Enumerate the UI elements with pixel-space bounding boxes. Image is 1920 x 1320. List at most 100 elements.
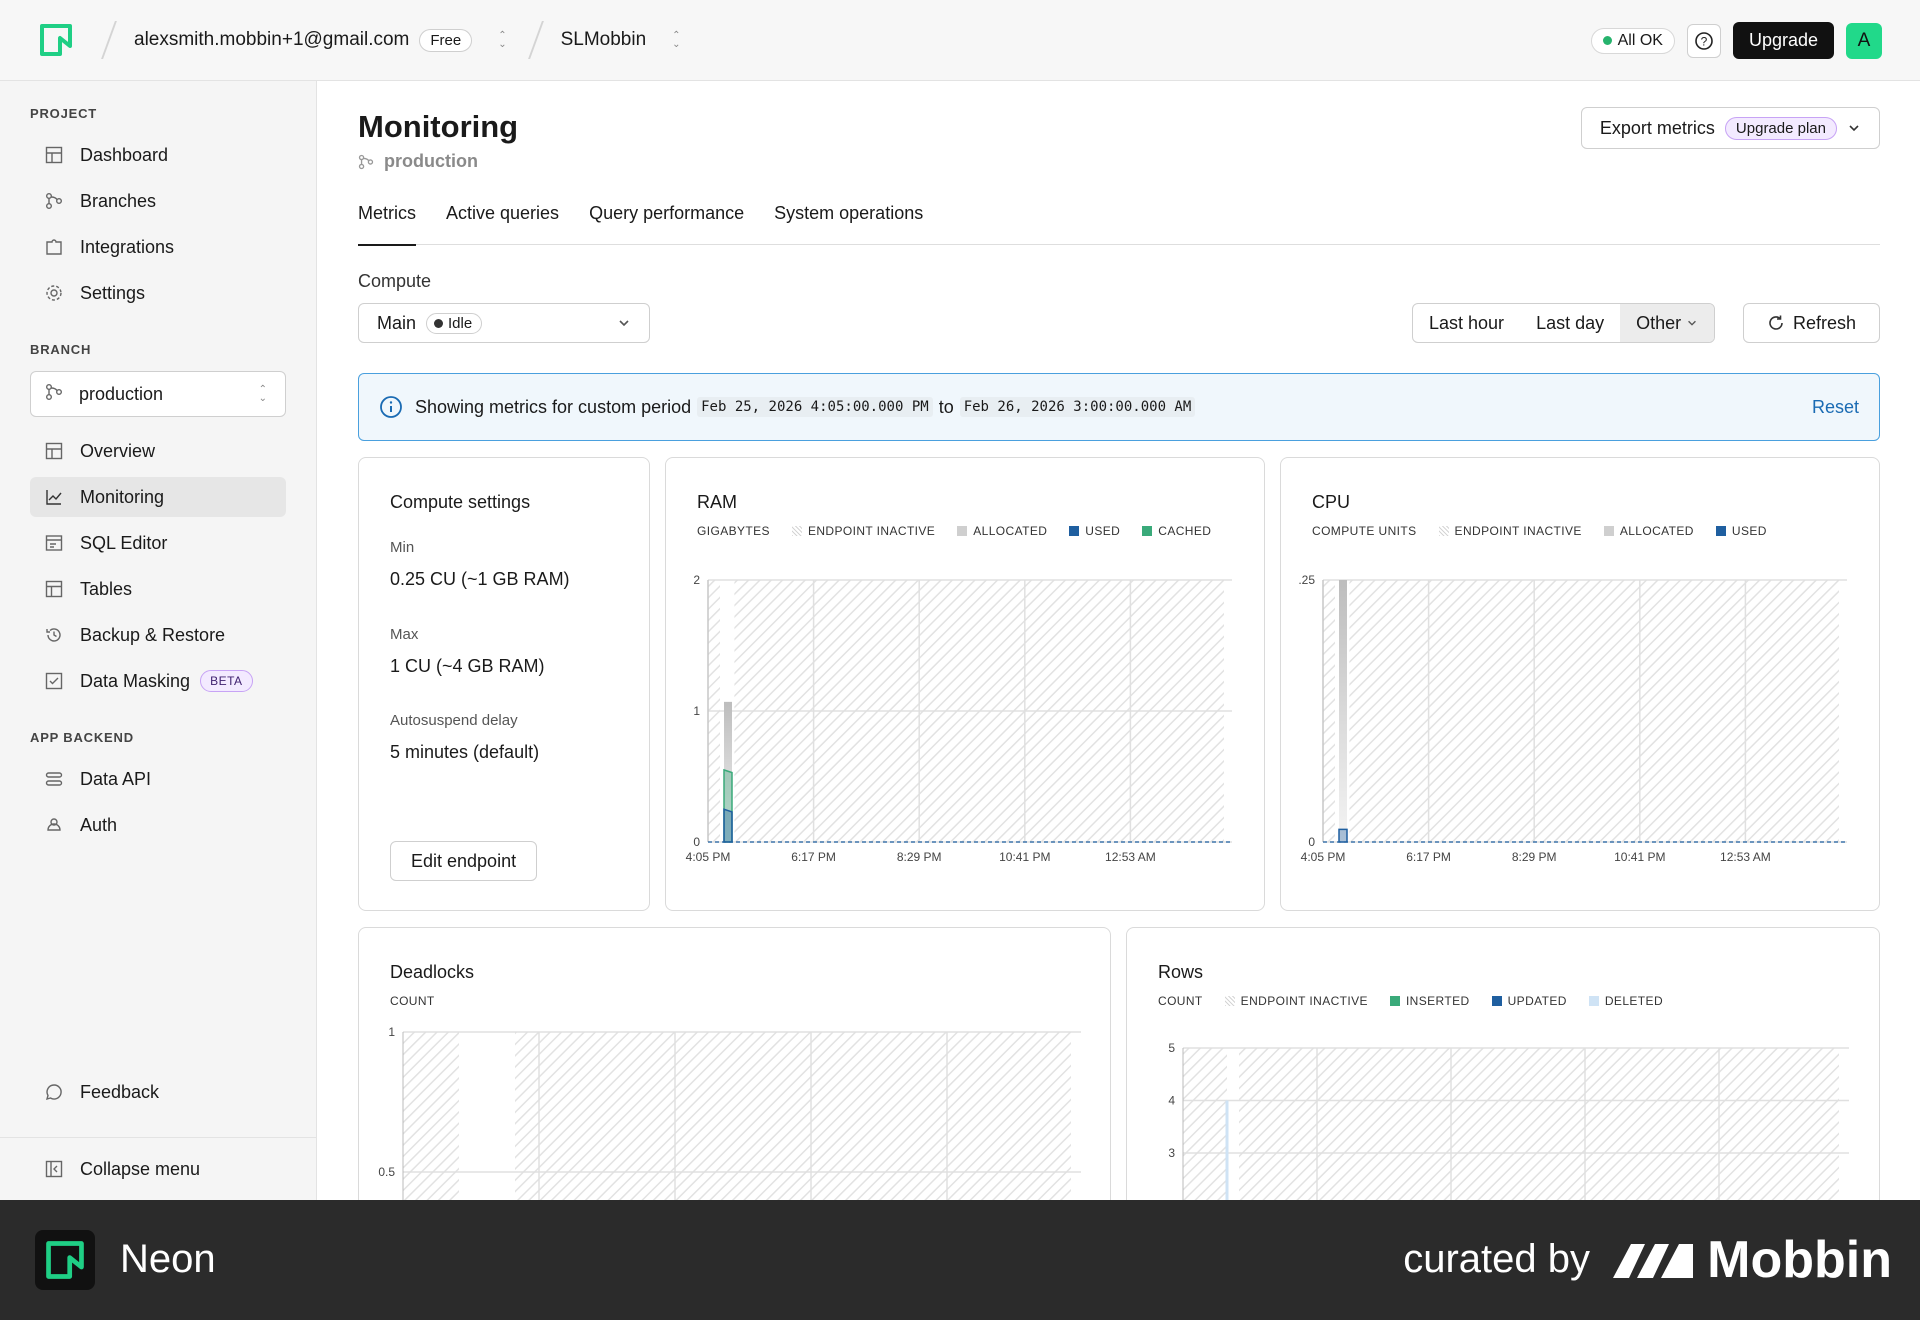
refresh-label: Refresh: [1792, 312, 1857, 333]
tab-system-operations[interactable]: System operations: [774, 203, 923, 245]
upgrade-button[interactable]: Upgrade: [1732, 22, 1834, 59]
compute-select[interactable]: Main Idle: [358, 303, 650, 343]
range-other-label: Other: [1636, 312, 1682, 333]
project-name[interactable]: SLMobbin: [561, 29, 647, 51]
sidebar-item-label: Branches: [80, 190, 157, 211]
help-button[interactable]: ?: [1686, 23, 1721, 58]
cpu-chart-card: CPU COMPUTE UNITS ENDPOINT INACTIVE ALLO…: [1280, 457, 1880, 911]
branch-icon: [358, 154, 374, 169]
time-range-group: Last hour Last day Other: [1412, 303, 1716, 343]
collapse-menu-button[interactable]: Collapse menu: [30, 1149, 286, 1189]
min-label: Min: [390, 539, 415, 556]
sidebar-item-settings[interactable]: Settings: [30, 273, 286, 313]
divider: [0, 1137, 317, 1138]
y-tick-label: 2: [693, 573, 700, 587]
y-tick-label: 1: [693, 704, 700, 718]
mobbin-mark-icon: [1613, 1244, 1694, 1278]
deadlocks-chart-card: Deadlocks COUNT 0.5 1: [358, 927, 1111, 1227]
divider: [527, 21, 544, 59]
sidebar-item-label: Integrations: [80, 236, 175, 257]
sidebar: PROJECT Dashboard Branches Integrations …: [0, 81, 317, 1200]
tab-query-performance[interactable]: Query performance: [589, 203, 744, 245]
footer-banner: Neon curated by Mobbin: [0, 1200, 1920, 1320]
branch-selector-value: production: [79, 383, 164, 404]
y-tick-label: 0: [693, 835, 700, 849]
range-last-hour[interactable]: Last hour: [1413, 304, 1520, 342]
project-switch-icon[interactable]: ⌃ ⌄: [672, 31, 680, 50]
history-icon: [44, 625, 64, 645]
range-last-day[interactable]: Last day: [1520, 304, 1620, 342]
x-tick-label: 4:05 PM: [686, 850, 731, 864]
sidebar-item-dashboard[interactable]: Dashboard: [30, 135, 286, 175]
account-email[interactable]: alexsmith.mobbin+1@gmail.com: [134, 29, 409, 51]
x-tick-label: 10:41 PM: [999, 850, 1050, 864]
beta-badge: BETA: [200, 670, 253, 692]
chevron-down-icon: [1849, 125, 1859, 132]
top-bar: alexsmith.mobbin+1@gmail.com Free ⌃ ⌄ SLM…: [0, 0, 1920, 81]
sidebar-item-auth[interactable]: Auth: [30, 805, 286, 845]
upgrade-plan-badge[interactable]: Upgrade plan: [1724, 116, 1837, 140]
x-tick-label: 6:17 PM: [791, 850, 836, 864]
mask-icon: [44, 671, 64, 691]
banner-text: Showing metrics for custom period: [415, 396, 692, 417]
neon-logo-icon[interactable]: [38, 22, 74, 58]
inactive-region: [403, 1032, 459, 1226]
sidebar-item-overview[interactable]: Overview: [30, 431, 286, 471]
status-badge[interactable]: All OK: [1590, 27, 1675, 54]
reset-link[interactable]: Reset: [1812, 397, 1859, 418]
y-tick-label: 4: [1168, 1094, 1175, 1108]
sidebar-item-branches[interactable]: Branches: [30, 181, 286, 221]
sidebar-item-sql-editor[interactable]: SQL Editor: [30, 523, 286, 563]
avatar[interactable]: A: [1846, 22, 1882, 59]
sidebar-item-label: Data API: [80, 768, 152, 789]
sidebar-item-tables[interactable]: Tables: [30, 569, 286, 609]
sidebar-item-monitoring[interactable]: Monitoring: [30, 477, 286, 517]
plan-badge: Free: [419, 28, 473, 52]
period-start: Feb 25, 2026 4:05:00.000 PM: [697, 397, 933, 417]
sidebar-item-label: Auth: [80, 814, 118, 835]
custom-period-banner: Showing metrics for custom period Feb 25…: [358, 373, 1880, 441]
inactive-region: [515, 1032, 1071, 1226]
export-metrics-button[interactable]: Export metrics Upgrade plan: [1580, 107, 1880, 149]
sidebar-item-label: Monitoring: [80, 486, 165, 507]
sidebar-item-label: Dashboard: [80, 144, 169, 165]
tab-active-queries[interactable]: Active queries: [446, 203, 559, 245]
grid-icon: [44, 145, 64, 165]
sidebar-item-data-api[interactable]: Data API: [30, 759, 286, 799]
refresh-button[interactable]: Refresh: [1743, 303, 1880, 343]
tab-metrics[interactable]: Metrics: [358, 203, 416, 246]
sidebar-item-backup-restore[interactable]: Backup & Restore: [30, 615, 286, 655]
export-label: Export metrics: [1599, 117, 1715, 138]
gear-icon: [44, 283, 64, 303]
sidebar-item-label: Tables: [80, 578, 133, 599]
collapse-menu-label: Collapse menu: [80, 1158, 201, 1179]
question-icon: ?: [1695, 31, 1713, 50]
sidebar-item-data-masking[interactable]: Data Masking BETA: [30, 661, 286, 701]
period-end: Feb 26, 2026 3:00:00.000 AM: [959, 397, 1196, 417]
y-tick-label: 0: [1308, 835, 1315, 849]
sidebar-item-integrations[interactable]: Integrations: [30, 227, 286, 267]
collapse-icon: [44, 1159, 64, 1179]
sidebar-item-feedback[interactable]: Feedback: [30, 1072, 286, 1112]
range-other[interactable]: Other: [1620, 304, 1715, 342]
page-title: Monitoring: [358, 109, 519, 144]
chevron-down-icon: [619, 320, 629, 327]
autosuspend-value: 5 minutes (default): [390, 742, 540, 762]
branch-selector[interactable]: production ⌃ ⌄: [30, 371, 286, 417]
account-switch-icon[interactable]: ⌃ ⌄: [498, 31, 506, 50]
divider: [101, 21, 117, 59]
edit-endpoint-button[interactable]: Edit endpoint: [390, 841, 538, 881]
mobbin-logo: Mobbin: [1613, 1230, 1892, 1290]
cpu-chart: 0 .25 4:05 PM 6:17 PM 8:29 PM 10:41 PM 12:53 A…: [1298, 573, 1847, 864]
section-title-branch: BRANCH: [30, 342, 92, 357]
footer-brand: Neon: [120, 1237, 216, 1281]
branch-icon: [44, 191, 64, 211]
branch-subtitle: production: [358, 151, 478, 172]
idle-badge: Idle: [426, 312, 483, 334]
y-tick-label: 3: [1168, 1146, 1175, 1160]
x-tick-label: 8:29 PM: [1512, 850, 1557, 864]
grid-icon: [44, 441, 64, 461]
x-tick-label: 12:53 AM: [1720, 850, 1771, 864]
series-area-used: [723, 808, 733, 843]
tab-bar: Metrics Active queries Query performance…: [358, 203, 1880, 246]
